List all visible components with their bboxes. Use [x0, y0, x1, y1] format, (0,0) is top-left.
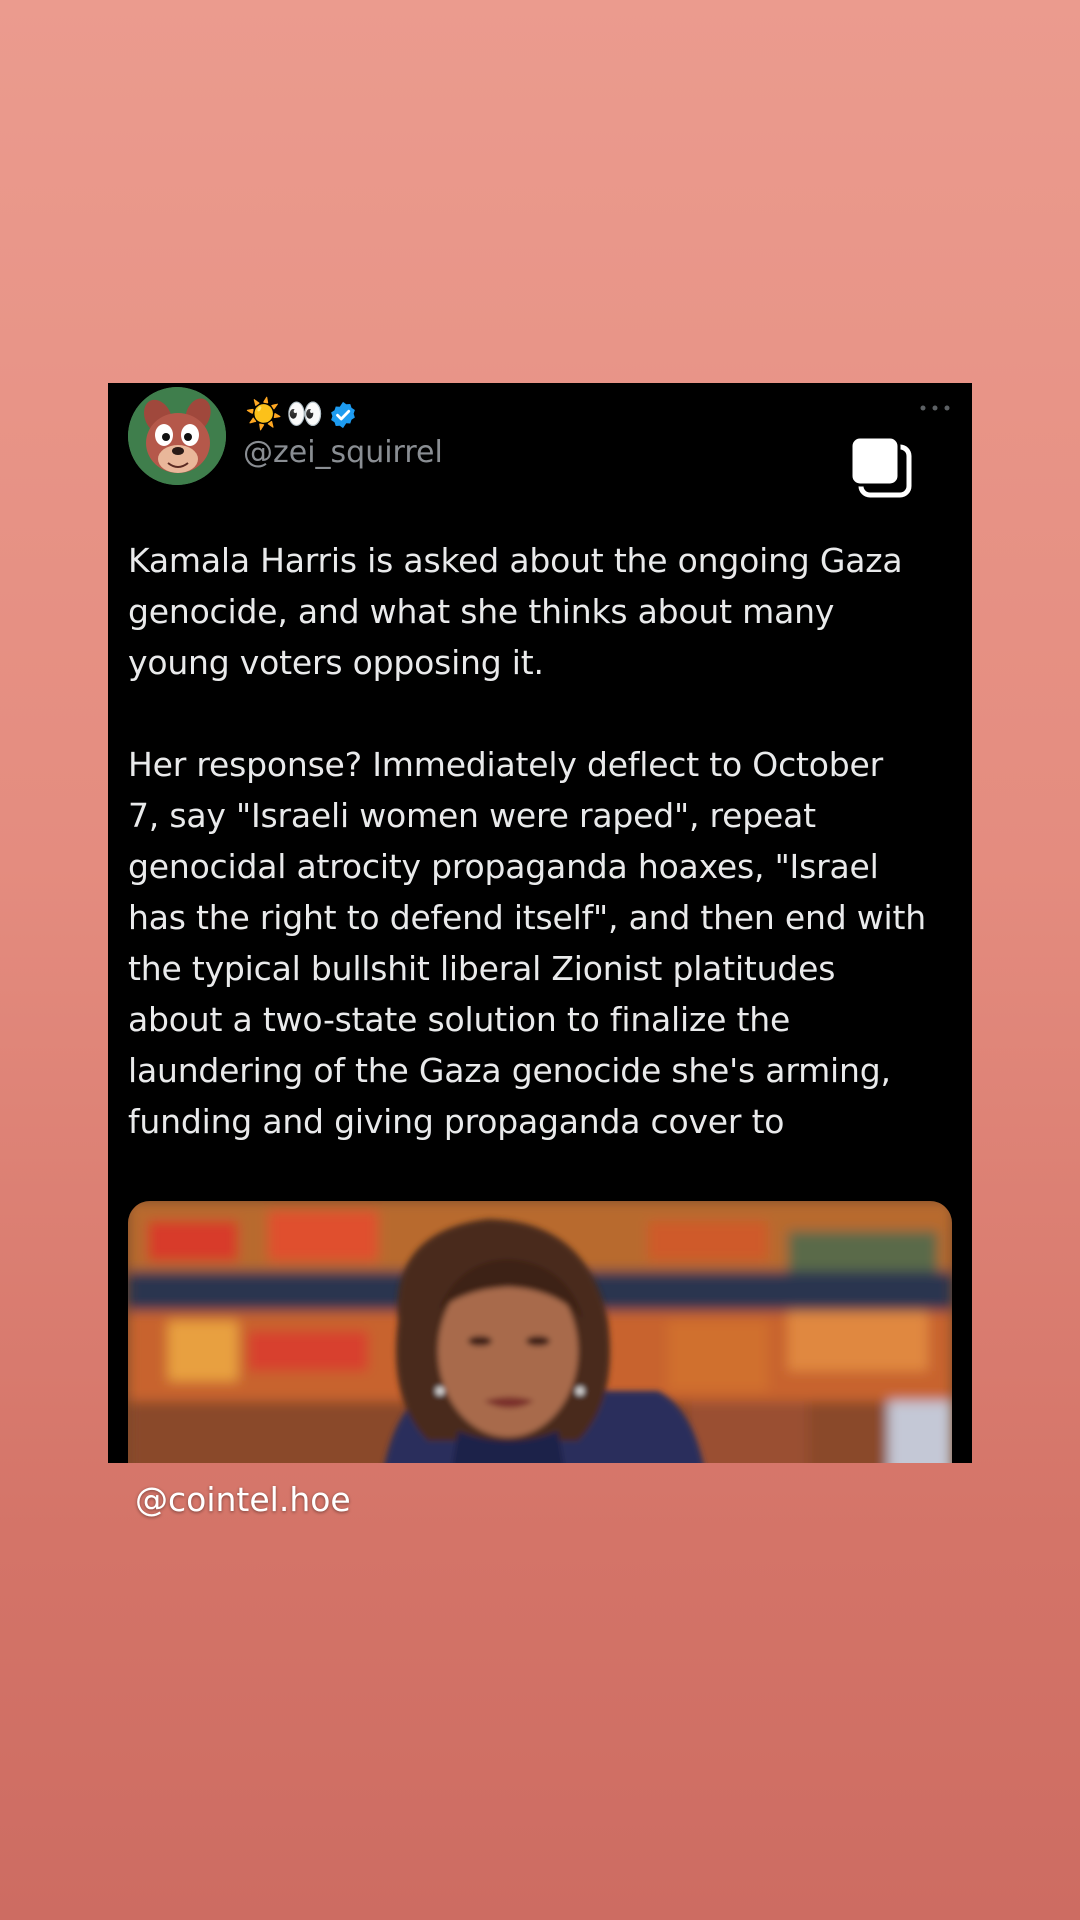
tweet-paragraph: Her response? Immediately deflect to Oct… — [128, 745, 926, 1141]
avatar[interactable] — [128, 387, 226, 485]
video-still-image — [128, 1201, 952, 1463]
tweet-text: Kamala Harris is asked about the ongoing… — [128, 535, 958, 1147]
sun-emoji: ☀️ — [245, 397, 283, 432]
user-handle[interactable]: @zei_squirrel — [243, 435, 443, 470]
screenshot-card: ☀️ 👀 @zei_squirrel Kamala Harris is aske… — [108, 383, 972, 1463]
verified-badge-icon — [330, 401, 355, 429]
tweet-paragraph: Kamala Harris is asked about the ongoing… — [128, 541, 903, 682]
squirrel-avatar-image — [128, 387, 226, 485]
multiple-media-icon — [849, 435, 912, 498]
video-thumbnail[interactable] — [128, 1201, 952, 1463]
story-mention-caption[interactable]: @cointel.hoe — [135, 1480, 351, 1519]
display-name: ☀️ 👀 — [245, 395, 358, 435]
eyes-emoji: 👀 — [286, 397, 324, 432]
more-dots-icon[interactable] — [918, 403, 952, 413]
